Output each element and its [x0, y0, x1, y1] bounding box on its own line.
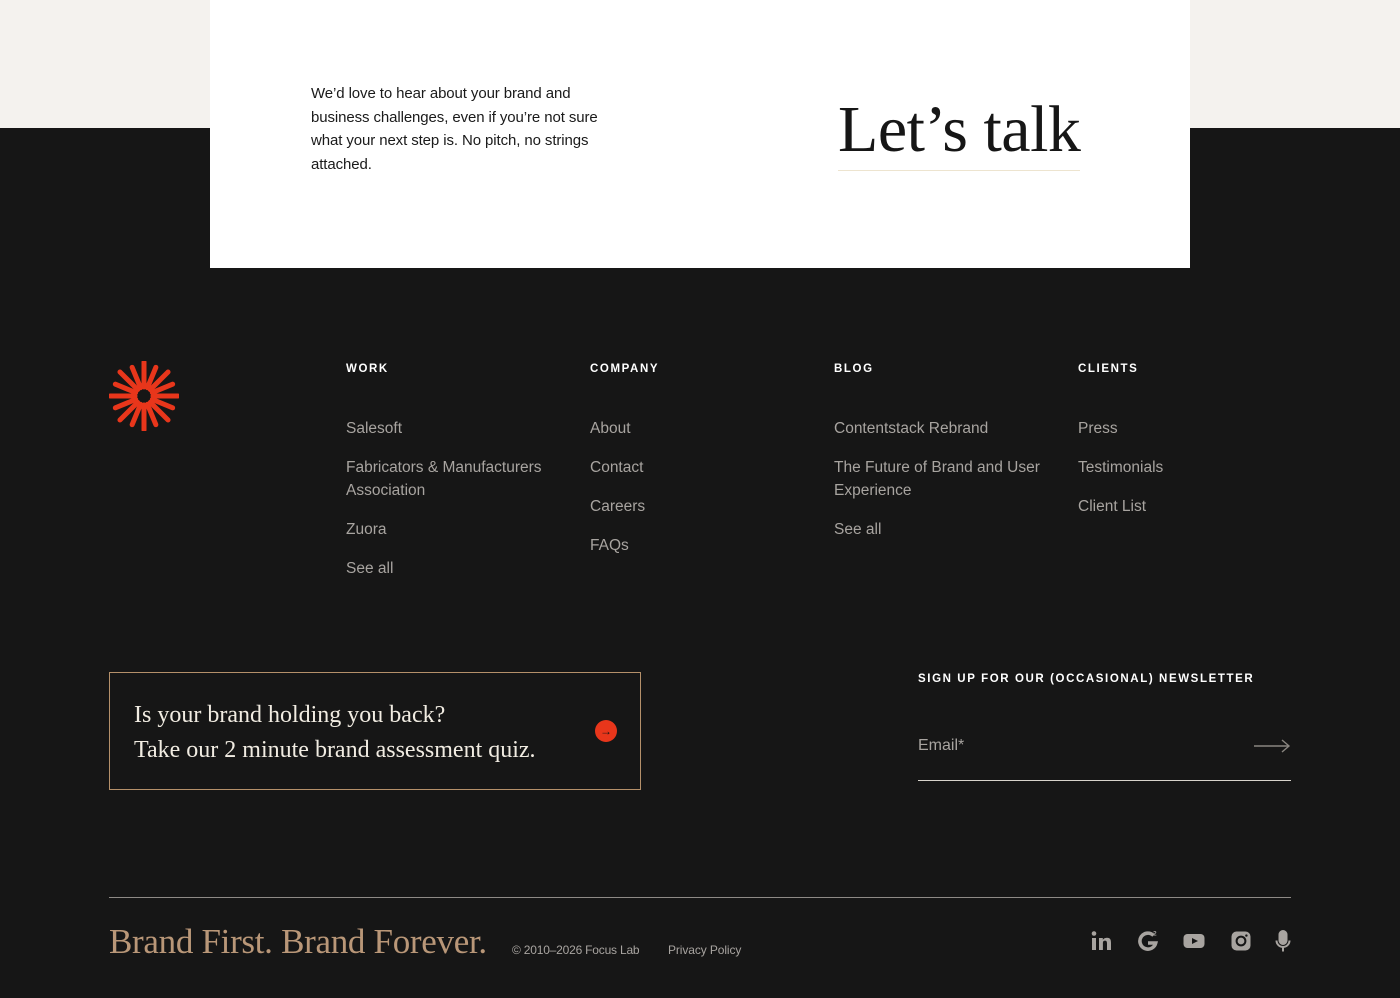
nav-link-about[interactable]: About — [590, 417, 820, 440]
nav-link-future-brand-ux[interactable]: The Future of Brand and User Experience — [834, 456, 1049, 502]
svg-text:2: 2 — [1153, 931, 1157, 938]
g2-icon[interactable]: 2 — [1136, 929, 1160, 953]
youtube-icon[interactable] — [1182, 929, 1206, 953]
nav-heading-company: COMPANY — [590, 363, 660, 375]
nav-link-press[interactable]: Press — [1078, 417, 1308, 440]
linkedin-icon[interactable] — [1089, 929, 1113, 953]
arrow-right-circle-icon: → — [595, 720, 617, 742]
nav-link-blog-see-all[interactable]: See all — [834, 518, 1049, 541]
footer-nav-blog: BLOG Contentstack Rebrand The Future of … — [834, 361, 1049, 557]
nav-link-client-list[interactable]: Client List — [1078, 495, 1308, 518]
nav-link-contact[interactable]: Contact — [590, 456, 820, 479]
microphone-icon[interactable] — [1271, 929, 1295, 953]
nav-link-zuora[interactable]: Zuora — [346, 518, 561, 541]
quiz-line-1: Is your brand holding you back? — [134, 702, 446, 728]
footer-nav-clients: CLIENTS Press Testimonials Client List — [1078, 361, 1308, 534]
nav-link-work-see-all[interactable]: See all — [346, 557, 561, 580]
email-row — [918, 727, 1291, 781]
brand-tagline: Brand First. Brand Forever. — [109, 922, 487, 961]
nav-heading-work: WORK — [346, 363, 389, 375]
newsletter-heading: SIGN UP FOR OUR (OCCASIONAL) NEWSLETTER — [918, 673, 1255, 685]
nav-link-careers[interactable]: Careers — [590, 495, 820, 518]
nav-link-fabricators[interactable]: Fabricators & Manufacturers Association — [346, 456, 561, 502]
starburst-icon[interactable] — [107, 359, 181, 433]
quiz-line-2: Take our 2 minute brand assessment quiz. — [134, 737, 536, 763]
cta-description: We’d love to hear about your brand and b… — [311, 85, 598, 173]
email-input[interactable] — [918, 733, 1238, 759]
newsletter-form: SIGN UP FOR OUR (OCCASIONAL) NEWSLETTER — [918, 671, 1291, 781]
nav-link-faqs[interactable]: FAQs — [590, 534, 820, 557]
nav-link-contentstack[interactable]: Contentstack Rebrand — [834, 417, 1049, 440]
brand-quiz-link[interactable]: Is your brand holding you back? Take our… — [109, 672, 641, 790]
footer-nav-company: COMPANY About Contact Careers FAQs — [590, 361, 820, 573]
privacy-policy-link[interactable]: Privacy Policy — [668, 942, 741, 958]
nav-heading-clients: CLIENTS — [1078, 363, 1139, 375]
arrow-right-icon[interactable] — [1253, 737, 1291, 755]
footer-nav-work: WORK Salesoft Fabricators & Manufacturer… — [346, 361, 561, 596]
lets-talk-card: We’d love to hear about your brand and b… — [210, 0, 1190, 268]
nav-link-testimonials[interactable]: Testimonials — [1078, 456, 1308, 479]
copyright-text: © 2010–2026 Focus Lab — [512, 943, 640, 957]
footer-divider — [109, 897, 1291, 898]
instagram-icon[interactable] — [1229, 929, 1253, 953]
lets-talk-link[interactable]: Let’s talk — [838, 92, 1081, 171]
nav-link-salesoft[interactable]: Salesoft — [346, 417, 561, 440]
nav-heading-blog: BLOG — [834, 363, 874, 375]
